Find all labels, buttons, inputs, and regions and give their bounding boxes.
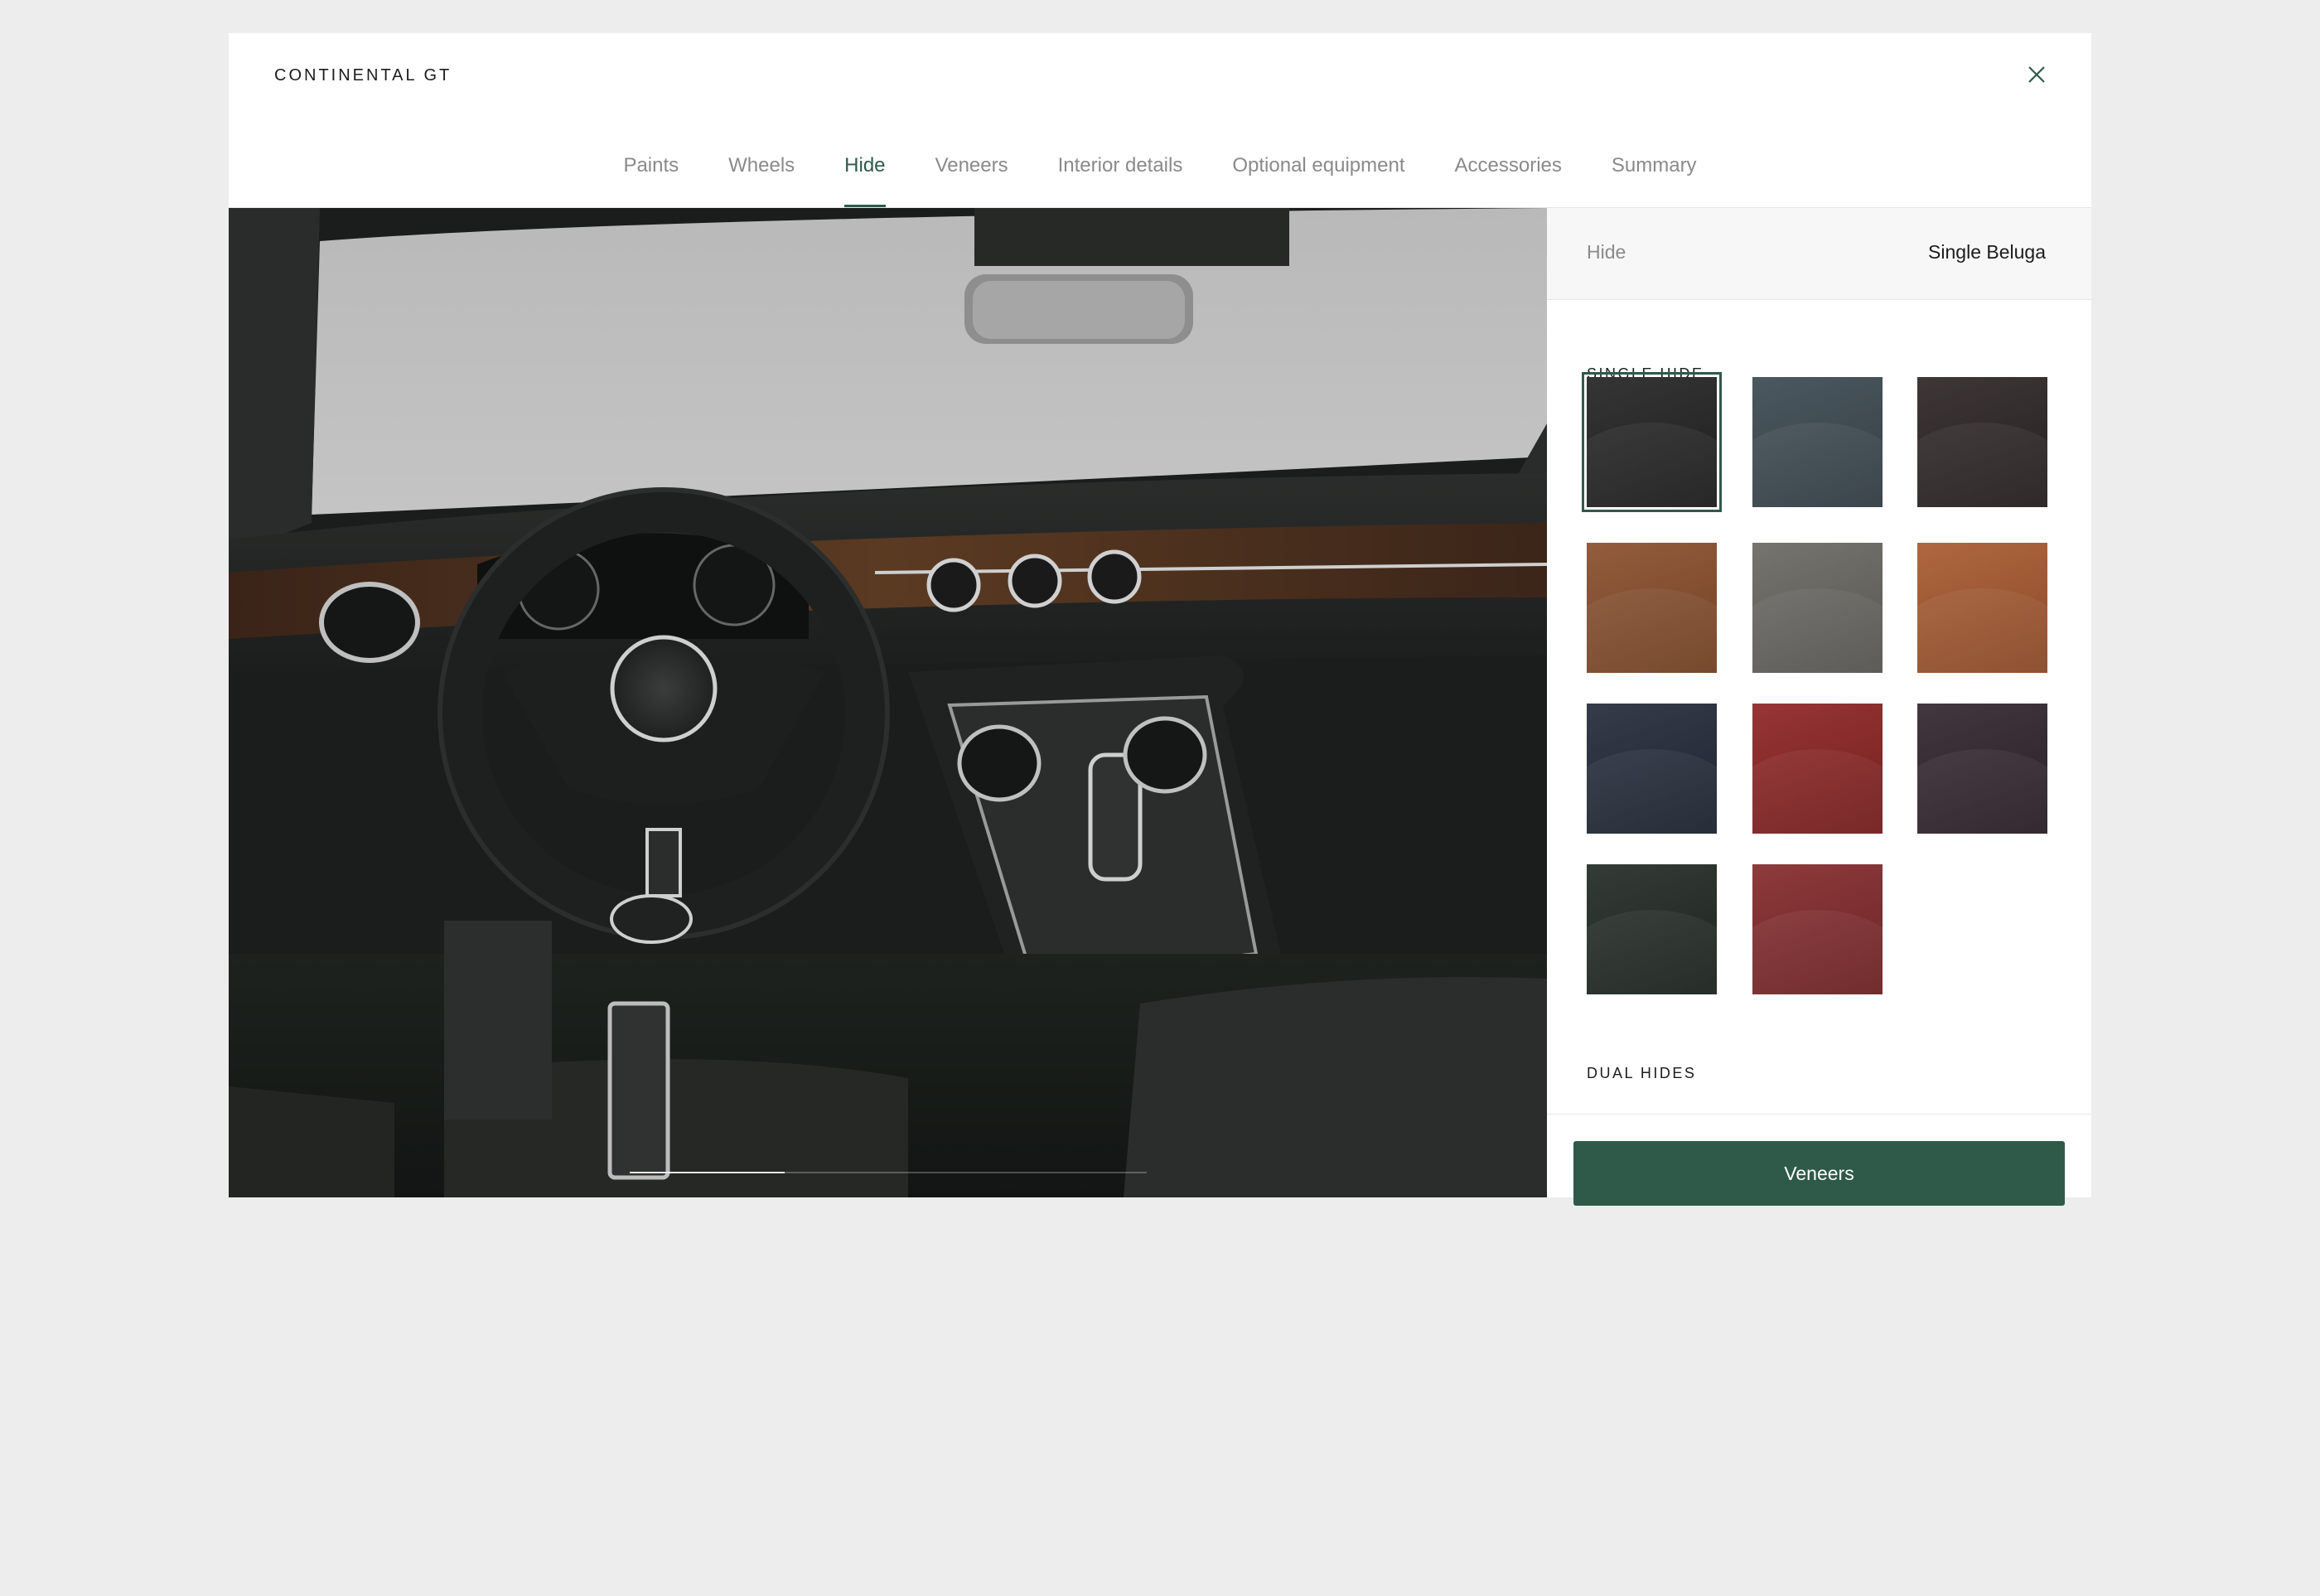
hide-swatch[interactable] [1917, 704, 2047, 834]
swatch-shade [1752, 704, 1883, 834]
next-step-veneers-button[interactable]: Veneers [1573, 1141, 2065, 1206]
hide-swatch-grid [1582, 372, 2051, 994]
tab-paints[interactable]: Paints [623, 149, 679, 207]
options-panel: Hide Single Beluga SINGLE HIDE DUAL HIDE… [1547, 208, 2091, 1206]
close-button[interactable] [2020, 58, 2053, 91]
swatch-shade [1587, 377, 1717, 507]
swatch-shade [1752, 543, 1883, 673]
view-progress-bar[interactable] [630, 1172, 1147, 1173]
hide-swatch[interactable] [1752, 704, 1883, 834]
tab-hide[interactable]: Hide [844, 149, 886, 207]
swatch-shade [1917, 377, 2047, 507]
close-icon [2028, 66, 2045, 83]
swatch-shade [1587, 704, 1717, 834]
swatch-shade [1752, 864, 1883, 994]
selection-label: Hide [1587, 241, 1626, 263]
hide-swatch[interactable] [1582, 372, 1722, 512]
hide-swatch[interactable] [1917, 543, 2047, 673]
hide-swatch[interactable] [1752, 377, 1883, 507]
car-interior-viewer[interactable] [229, 208, 1547, 1197]
swatch-shade [1587, 864, 1717, 994]
hide-swatch[interactable] [1587, 543, 1717, 673]
hide-swatch[interactable] [1752, 864, 1883, 994]
interior-cockpit-image [229, 208, 1547, 1197]
swatch-shade [1752, 377, 1883, 507]
swatch-shade [1587, 543, 1717, 673]
view-progress-fill [630, 1172, 785, 1173]
panel-footer-divider [1547, 1114, 2091, 1115]
configurator-modal: CONTINENTAL GT Paints Wheels Hide Veneers In… [229, 33, 2091, 1206]
tab-wheels[interactable]: Wheels [728, 149, 795, 207]
selection-summary: Hide Single Beluga [1547, 208, 2091, 300]
tab-summary[interactable]: Summary [1612, 149, 1697, 207]
hide-swatch[interactable] [1587, 704, 1717, 834]
tab-accessories[interactable]: Accessories [1455, 149, 1562, 207]
hide-swatch[interactable] [1917, 377, 2047, 507]
tab-optional-equipment[interactable]: Optional equipment [1232, 149, 1404, 207]
model-title: CONTINENTAL GT [274, 66, 452, 85]
hide-swatch[interactable] [1587, 864, 1717, 994]
dual-hides-heading: DUAL HIDES [1587, 1065, 1697, 1081]
configurator-tabs: Paints Wheels Hide Veneers Interior details O… [229, 149, 2091, 207]
hide-swatch[interactable] [1752, 543, 1883, 673]
swatch-shade [1917, 543, 2047, 673]
tab-veneers[interactable]: Veneers [935, 149, 1008, 207]
tab-interior-details[interactable]: Interior details [1058, 149, 1183, 207]
selection-value: Single Beluga [1928, 241, 2046, 263]
swatch-shade [1917, 704, 2047, 834]
